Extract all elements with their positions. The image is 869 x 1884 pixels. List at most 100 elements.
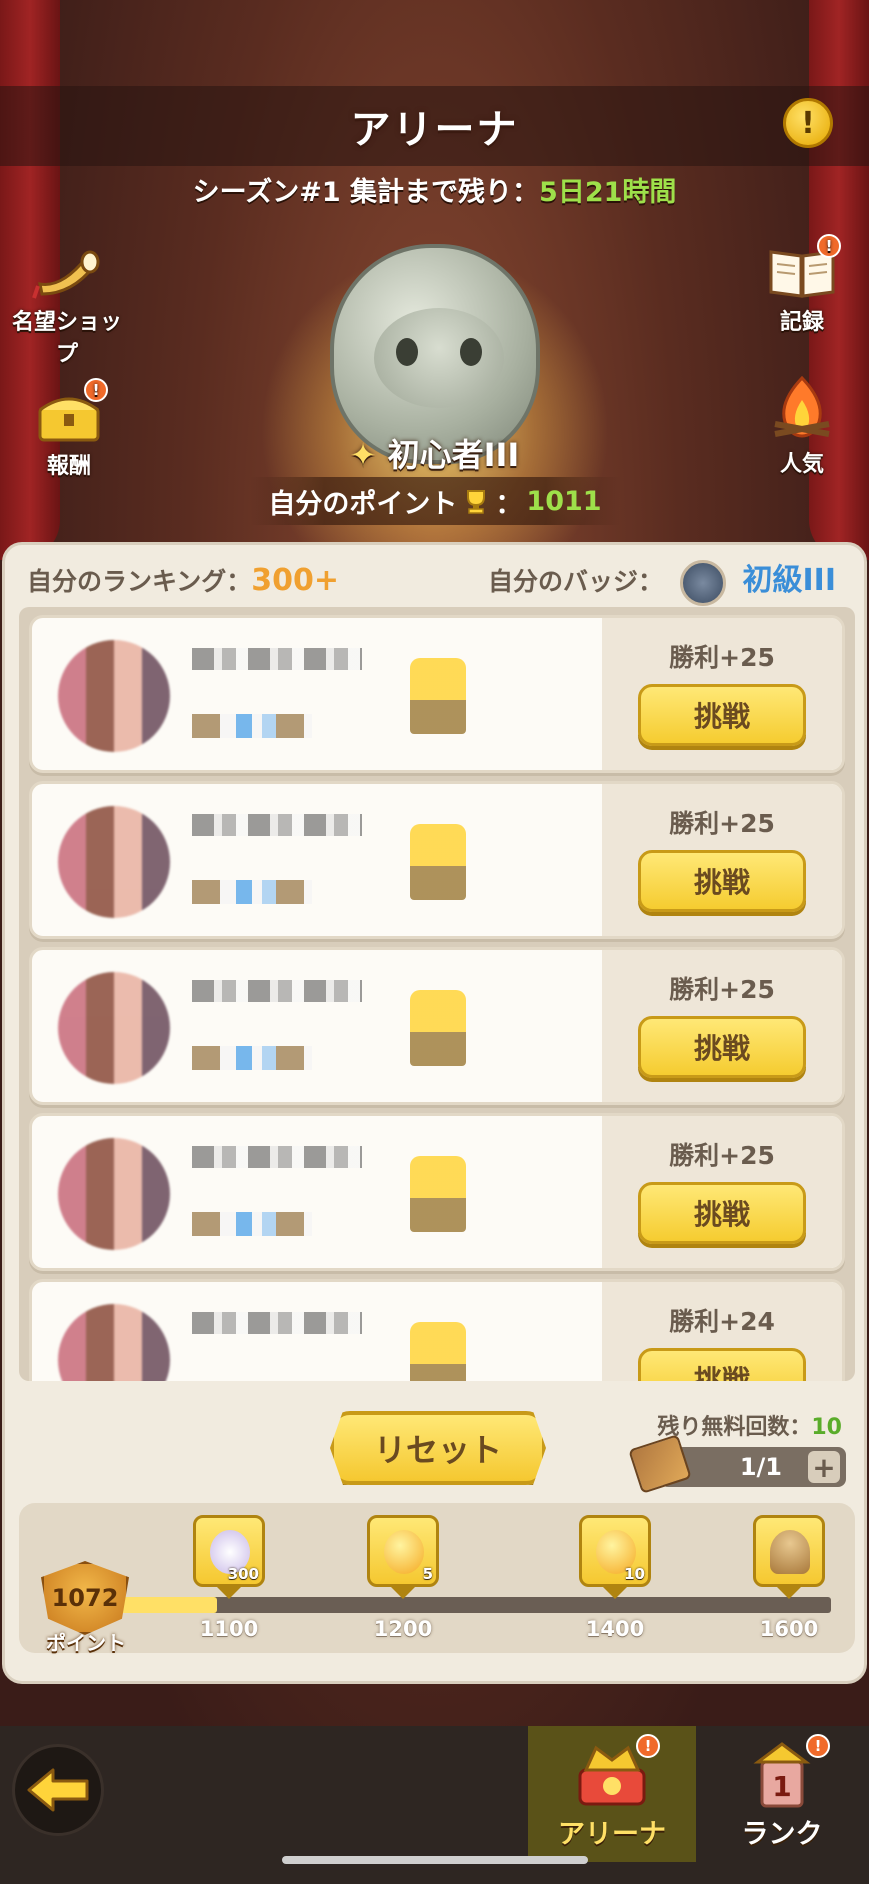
opponent-list[interactable]: 勝利+25 挑戦 勝利+25 挑戦 勝利+25 挑戦 勝利+25 挑戦 勝利+2… — [19, 607, 855, 1381]
trophy-icon — [410, 658, 466, 734]
reward-alert-badge: ! — [84, 378, 108, 402]
rank-name: ✦ 初心者III — [0, 430, 869, 476]
challenge-button[interactable]: 挑戦 — [638, 1348, 806, 1381]
book-icon: ! — [767, 234, 841, 300]
milestone-value: 1200 — [373, 1617, 433, 1641]
opponent-meta-redacted — [192, 714, 312, 738]
opponent-avatar — [58, 972, 170, 1084]
opponent-row: 勝利+25 挑戦 — [29, 947, 845, 1105]
my-points-label: 自分のポイント — [268, 488, 458, 520]
milestone-1100[interactable]: 300 1100 — [191, 1515, 267, 1641]
arena-tab-icon: ! — [572, 1734, 660, 1812]
current-points-badge: 1072 ポイント — [37, 1561, 133, 1655]
back-arrow-icon — [27, 1768, 89, 1812]
reward-pin — [603, 1587, 627, 1599]
opponent-meta-redacted — [192, 1046, 312, 1070]
reset-button[interactable]: リセット — [330, 1411, 546, 1485]
win-points-label: 勝利+25 — [669, 643, 775, 672]
reward-progress: 300 1100 5 1200 10 1400 1600 1072 ポイント — [19, 1503, 855, 1655]
milestone-1600[interactable]: 1600 — [751, 1515, 827, 1641]
shell-icon: 300 — [193, 1515, 265, 1587]
emblem-eye-right — [460, 338, 482, 366]
back-button[interactable] — [12, 1744, 104, 1836]
challenge-button[interactable]: 挑戦 — [638, 684, 806, 746]
trophy-icon — [410, 1322, 466, 1381]
trophy-icon — [410, 824, 466, 900]
ticket-icon — [628, 1434, 692, 1494]
tab-rank[interactable]: 1 ! ランク — [698, 1726, 866, 1862]
home-indicator[interactable] — [282, 1856, 588, 1864]
win-points-label: 勝利+25 — [669, 1141, 775, 1170]
win-points-label: 勝利+25 — [669, 975, 775, 1004]
reward-qty: 5 — [422, 1565, 433, 1583]
my-ranking: 自分のランキング：300+ — [27, 562, 339, 598]
tab-arena-label: アリーナ — [558, 1819, 666, 1850]
mushroom-icon — [753, 1515, 825, 1587]
page-title: アリーナ — [350, 107, 519, 153]
my-points-value: 1011 — [526, 485, 602, 517]
my-ranking-label: 自分のランキング： — [27, 567, 252, 596]
current-points: 1072 — [51, 1584, 119, 1612]
opponent-action: 勝利+25 挑戦 — [602, 784, 842, 936]
opponent-row: 勝利+25 挑戦 — [29, 781, 845, 939]
reputation-shop-button[interactable]: 名望ショップ — [2, 244, 132, 368]
rank-tab-icon: 1 ! — [742, 1734, 830, 1812]
opponent-row: 勝利+25 挑戦 — [29, 1113, 845, 1271]
opponent-action: 勝利+24 挑戦 — [602, 1282, 842, 1381]
opponent-avatar — [58, 640, 170, 752]
sparkle-icon: ✦ — [349, 436, 377, 474]
win-points-label: 勝利+24 — [669, 1307, 775, 1336]
reward-pin — [777, 1587, 801, 1599]
my-badge: 自分のバッジ： 初級III — [488, 555, 836, 606]
badge-icon — [679, 559, 726, 606]
opponent-panel: 自分のランキング：300+ 自分のバッジ： 初級III 勝利+25 挑戦 勝利+… — [2, 542, 867, 1684]
challenge-button[interactable]: 挑戦 — [638, 1182, 806, 1244]
milestone-value: 1600 — [759, 1617, 819, 1641]
opponent-meta-redacted — [192, 1212, 312, 1236]
info-button[interactable]: ! — [783, 98, 833, 148]
win-points-label: 勝利+25 — [669, 809, 775, 838]
trophy-icon — [467, 490, 486, 514]
milestone-value: 1100 — [199, 1617, 259, 1641]
opponent-avatar — [58, 806, 170, 918]
exclamation-icon: ! — [801, 105, 815, 141]
opponent-name-redacted — [192, 980, 362, 1002]
rank-name-text: 初心者III — [387, 436, 520, 474]
my-points-sep: ： — [495, 488, 523, 520]
opponent-avatar — [58, 1304, 170, 1381]
record-label: 記録 — [779, 310, 824, 335]
opponent-row: 勝利+24 挑戦 — [29, 1279, 845, 1381]
free-count-value: 10 — [811, 1415, 842, 1440]
ticket-value: 1/1 — [739, 1453, 782, 1481]
reward-pin — [391, 1587, 415, 1599]
points-shield-icon: 1072 — [41, 1561, 129, 1635]
trophy-icon — [410, 990, 466, 1066]
egg-icon: 10 — [579, 1515, 651, 1587]
free-count-label: 残り無料回数： — [657, 1415, 812, 1440]
reward-pin — [217, 1587, 241, 1599]
opponent-action: 勝利+25 挑戦 — [602, 950, 842, 1102]
points-label: ポイント — [46, 1631, 126, 1655]
challenge-button[interactable]: 挑戦 — [638, 1016, 806, 1078]
add-ticket-button[interactable]: + — [808, 1451, 840, 1484]
panel-header: 自分のランキング：300+ 自分のバッジ： 初級III — [5, 545, 864, 615]
opponent-name-redacted — [192, 814, 362, 836]
opponent-avatar — [58, 1138, 170, 1250]
milestone-1400[interactable]: 10 1400 — [577, 1515, 653, 1641]
free-count: 残り無料回数：10 — [657, 1409, 842, 1441]
opponent-action: 勝利+25 挑戦 — [602, 618, 842, 770]
tab-rank-label: ランク — [741, 1819, 823, 1850]
rank-alert-badge: ! — [806, 1734, 830, 1758]
horn-icon — [32, 244, 102, 300]
challenge-button[interactable]: 挑戦 — [638, 850, 806, 912]
opponent-meta-redacted — [192, 880, 312, 904]
reputation-shop-label: 名望ショップ — [11, 310, 122, 367]
record-button[interactable]: ! 記録 — [737, 234, 867, 336]
reward-qty: 300 — [227, 1565, 259, 1583]
tab-arena[interactable]: ! アリーナ — [528, 1726, 696, 1862]
my-ranking-value: 300+ — [251, 563, 340, 598]
arena-alert-badge: ! — [636, 1734, 660, 1758]
opponent-row: 勝利+25 挑戦 — [29, 615, 845, 773]
milestone-1200[interactable]: 5 1200 — [365, 1515, 441, 1641]
my-points: 自分のポイント ： 1011 — [250, 477, 620, 525]
